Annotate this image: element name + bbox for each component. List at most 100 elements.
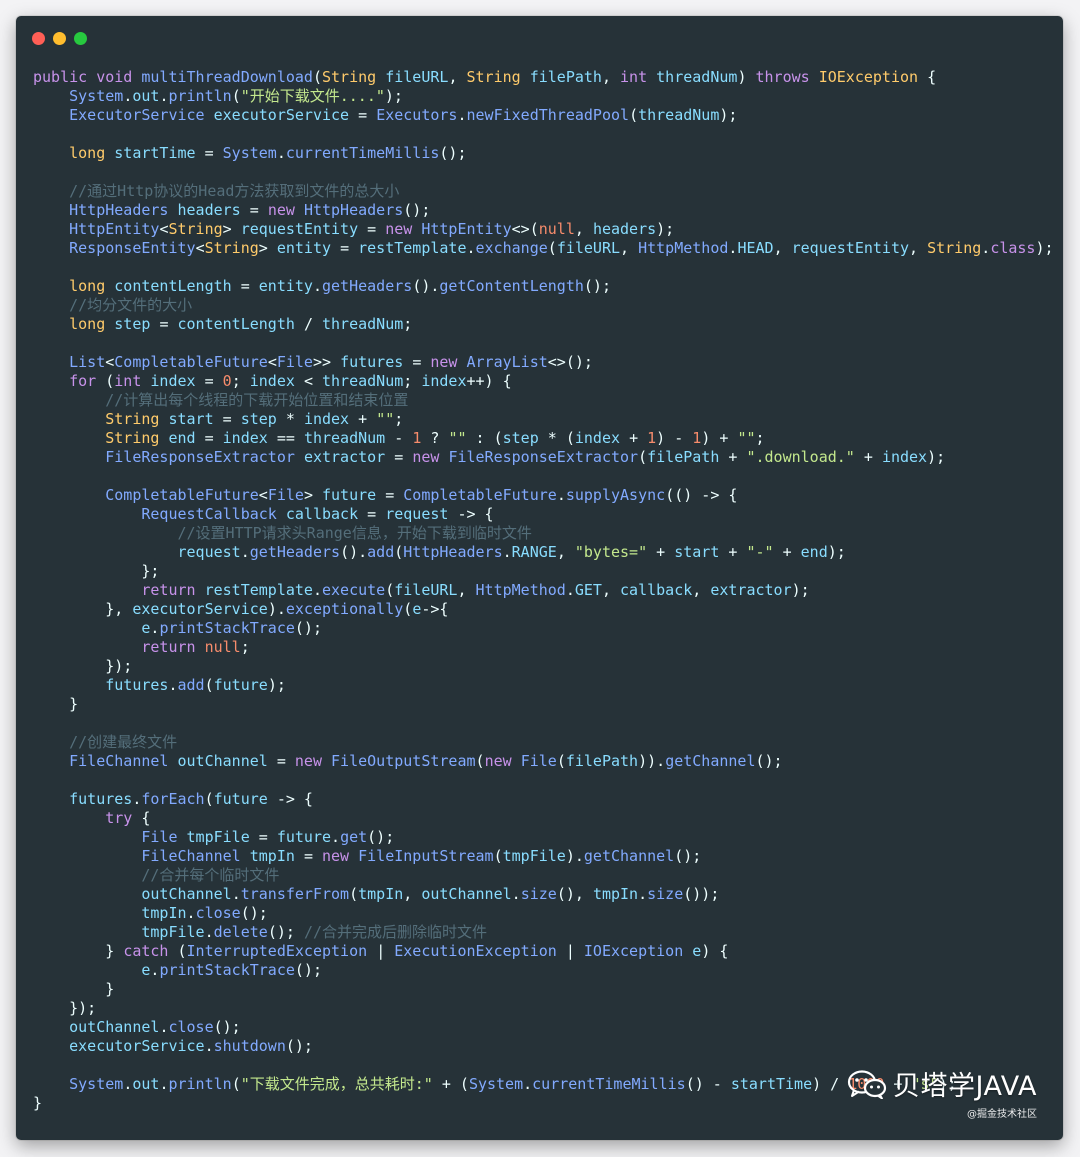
code-token: CompletableFuture [403, 486, 557, 504]
code-token: executorService [213, 106, 359, 124]
code-token: ); [267, 676, 286, 694]
code-token: long [69, 277, 115, 295]
code-token: . [312, 277, 322, 295]
code-token: size [647, 885, 684, 903]
code-token: . [123, 87, 133, 105]
watermark-sub: @掘金技术社区 [967, 1109, 1037, 1120]
code-token: try [105, 809, 142, 827]
code-token: int [620, 68, 657, 86]
code-token: restTemplate [204, 581, 313, 599]
code-token: filePath [647, 448, 729, 466]
code-line: tmpIn.close(); [33, 904, 1063, 923]
code-token: ); [719, 106, 738, 124]
code-token: restTemplate [358, 239, 467, 257]
code-token: new [412, 448, 449, 466]
code-line: }); [33, 999, 1063, 1018]
code-token: String [105, 429, 169, 447]
code-token: File [276, 353, 313, 371]
code-token: index [881, 448, 928, 466]
close-dot[interactable] [32, 32, 45, 45]
code-token: 1 [692, 429, 702, 447]
code-token: . [276, 144, 286, 162]
code-token: File [520, 752, 557, 770]
code-line: //设置HTTP请求头Range信息，开始下载到临时文件 [33, 524, 1063, 543]
code-token: ); [827, 543, 846, 561]
code-token: HttpEntity [69, 220, 160, 238]
code-token: "开始下载文件...." [240, 87, 385, 105]
code-line: return restTemplate.execute(fileURL, Htt… [33, 581, 1063, 600]
code-token: "" [376, 410, 395, 428]
code-token: Executors [376, 106, 458, 124]
code-token: HttpEntity [421, 220, 512, 238]
minimize-dot[interactable] [53, 32, 66, 45]
code-token: >> [312, 353, 341, 371]
code-token: throws [755, 68, 819, 86]
code-token: System [69, 87, 124, 105]
code-line: }); [33, 657, 1063, 676]
code-token: = [367, 505, 386, 523]
code-token: > [258, 239, 277, 257]
code-token: ( [556, 752, 566, 770]
code-token: = [385, 486, 404, 504]
code-token: ( [231, 1075, 241, 1093]
code-token: startTime [730, 1075, 813, 1093]
code-token: add [367, 543, 395, 561]
code-token: File [141, 828, 187, 846]
code-token: outChannel [141, 885, 232, 903]
code-token: . [466, 239, 476, 257]
code-token: ). [565, 847, 584, 865]
code-line: ResponseEntity<String> entity = restTemp… [33, 239, 1063, 258]
code-line: FileResponseExtractor extractor = new Fi… [33, 448, 1063, 467]
code-token: . [556, 486, 566, 504]
maximize-dot[interactable] [74, 32, 87, 45]
code-line: e.printStackTrace(); [33, 619, 1063, 638]
code-token: index [574, 429, 630, 447]
code-token: System [222, 144, 277, 162]
code-token: e [692, 942, 702, 960]
code-token: ++) { [466, 372, 512, 390]
code-token: . [231, 885, 241, 903]
code-token: step [240, 410, 286, 428]
code-token: outChannel [177, 752, 277, 770]
code-token: CompletableFuture [105, 486, 259, 504]
code-token: ) / [812, 1075, 849, 1093]
code-token: outChannel [421, 885, 512, 903]
code-token: = [204, 372, 223, 390]
code-token: fileURL [556, 239, 621, 257]
code-token: < [105, 353, 115, 371]
code-token: | [376, 942, 395, 960]
code-token: futures [69, 790, 133, 808]
code-token: } [33, 942, 124, 960]
code-token: (), [556, 885, 593, 903]
code-line: //通过Http协议的Head方法获取到文件的总大小 [33, 182, 1063, 201]
code-token: . [123, 1075, 133, 1093]
code-token: (). [412, 277, 440, 295]
code-line: } [33, 980, 1063, 999]
code-token: = [276, 752, 295, 770]
code-token: } [33, 695, 79, 713]
code-token: = [412, 353, 431, 371]
code-token: //计算出每个线程的下载开始位置和结束位置 [105, 391, 409, 409]
code-line: } catch (InterruptedException | Executio… [33, 942, 1063, 961]
code-token: IOException [583, 942, 693, 960]
code-token: size [520, 885, 557, 903]
code-token: ); [927, 448, 946, 466]
code-token: (); [294, 961, 322, 979]
code-token: "-" [746, 543, 783, 561]
code-token: < [303, 372, 322, 390]
